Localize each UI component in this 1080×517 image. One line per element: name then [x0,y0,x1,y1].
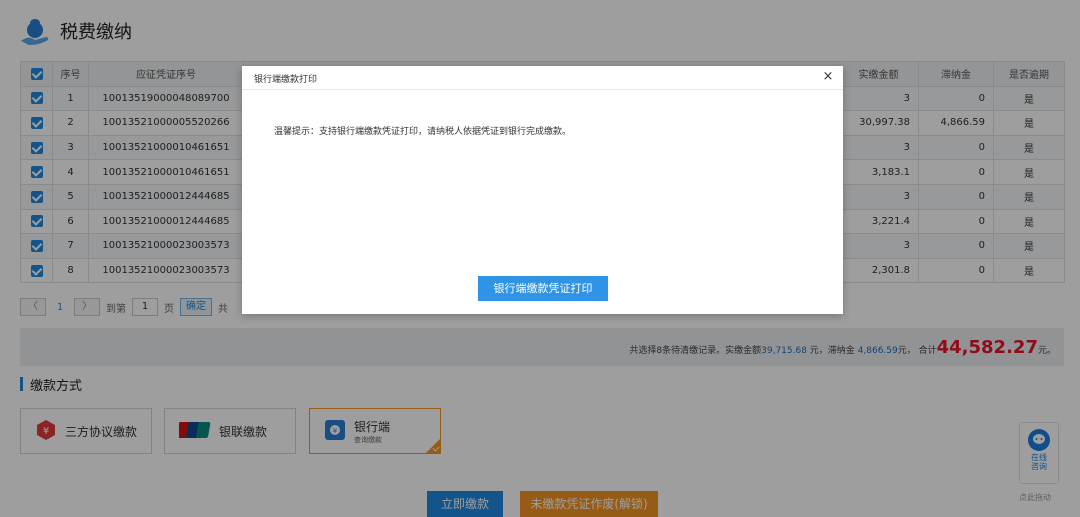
modal-header: 银行端缴款打印 × [242,66,843,90]
bank-voucher-print-button[interactable]: 银行端缴款凭证打印 [478,276,608,301]
modal-tip-text: 温馨提示：支持银行端缴款凭证打印，请纳税人依据凭证到银行完成缴款。 [274,127,572,137]
tax-payment-page: 税费缴纳 序号 应征凭证序号 实缴金额 滞纳金 是否逾期 1 1001351900… [0,0,1080,517]
modal-title: 银行端缴款打印 [254,75,318,85]
close-icon[interactable]: × [821,70,835,84]
bank-print-modal: 银行端缴款打印 × 温馨提示：支持银行端缴款凭证打印，请纳税人依据凭证到银行完成… [242,66,843,314]
